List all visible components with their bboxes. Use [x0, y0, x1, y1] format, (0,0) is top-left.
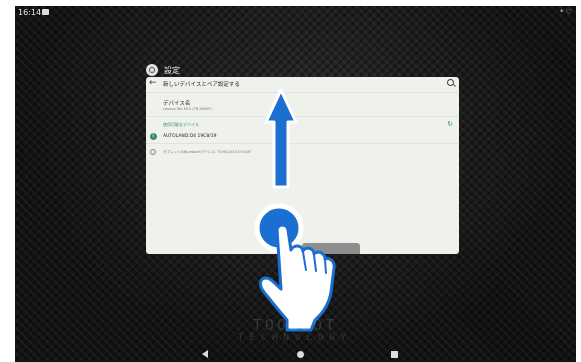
swipe-up-gesture-icon [254, 88, 336, 332]
navigation-bar [15, 348, 576, 362]
watermark-logo: TOOLBOT TECHNOLOGY [210, 316, 380, 343]
nav-back-icon[interactable] [202, 350, 208, 358]
watermark-line2: TECHNOLOGY [237, 333, 353, 343]
nav-home-icon[interactable] [297, 351, 304, 358]
tablet-screen: 16:14 * ♡ 設定 ← 新しいデバイスとペア設定する デバイス名 Leno… [15, 6, 576, 362]
swipe-arrow [264, 88, 298, 189]
nav-recents-icon[interactable] [391, 351, 398, 358]
watermark-line1: TOOLBOT [252, 316, 338, 334]
